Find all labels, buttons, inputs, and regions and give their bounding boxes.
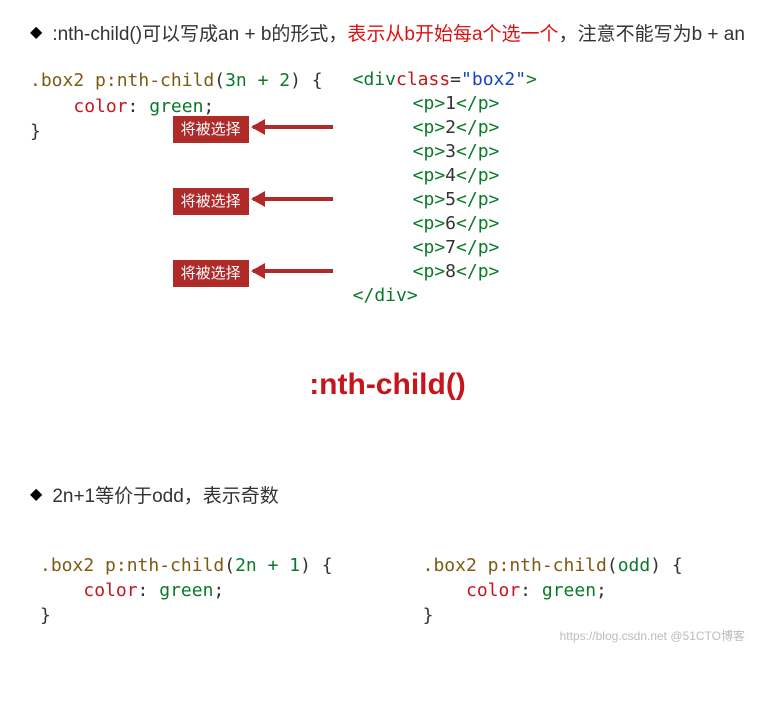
html-p-row: <p>6</p> [353, 212, 537, 236]
html-p-row: <p>7</p> [353, 236, 537, 260]
selected-badge: 将被选择 [173, 116, 249, 142]
css-code-2: .box2 p:nth-child(2n + 1) { color: green… [40, 553, 333, 629]
diamond-icon: ◆ [30, 484, 42, 504]
html-p-row: <p>2</p>将被选择 [353, 116, 537, 140]
bullet-2: ◆ 2n+1等价于odd，表示奇数 [30, 482, 745, 512]
arrow-icon [253, 197, 333, 201]
diamond-icon: ◆ [30, 22, 42, 42]
html-p-row: <p>4</p> [353, 164, 537, 188]
html-p-row: <p>5</p>将被选择 [353, 188, 537, 212]
bullet-1-red: 表示从b开始每a个选一个 [347, 24, 558, 45]
html-sample: <div class="box2"><p>1</p><p>2</p>将被选择<p… [353, 68, 537, 308]
html-p-row: <p>3</p> [353, 140, 537, 164]
bullet-1-text: :nth-child()可以写成an + b的形式，表示从b开始每a个选一个，注… [52, 20, 745, 50]
bullet-1-pre: :nth-child()可以写成an + b的形式， [52, 24, 347, 45]
bullet-1: ◆ :nth-child()可以写成an + b的形式，表示从b开始每a个选一个… [30, 20, 745, 50]
html-p-row: <p>8</p>将被选择 [353, 260, 537, 284]
html-close-row: </div> [353, 284, 537, 308]
bullet-1-post: ，注意不能写为b + an [559, 24, 745, 45]
html-p-row: <p>1</p> [353, 92, 537, 116]
section3-body: .box2 p:nth-child(2n + 1) { color: green… [40, 553, 745, 629]
section1-body: .box2 p:nth-child(3n + 2) { color: green… [30, 68, 745, 308]
bullet-2-text: 2n+1等价于odd，表示奇数 [52, 482, 279, 512]
html-open-row: <div class="box2"> [353, 68, 537, 92]
arrow-icon [253, 269, 333, 273]
arrow-icon [253, 125, 333, 129]
selected-badge: 将被选择 [173, 188, 249, 214]
selected-badge: 将被选择 [173, 260, 249, 286]
watermark: https://blog.csdn.net @51CTO博客 [560, 627, 745, 644]
css-code-3: .box2 p:nth-child(odd) { color: green; } [423, 553, 683, 629]
heading-nth-child: :nth-child() [30, 368, 745, 402]
